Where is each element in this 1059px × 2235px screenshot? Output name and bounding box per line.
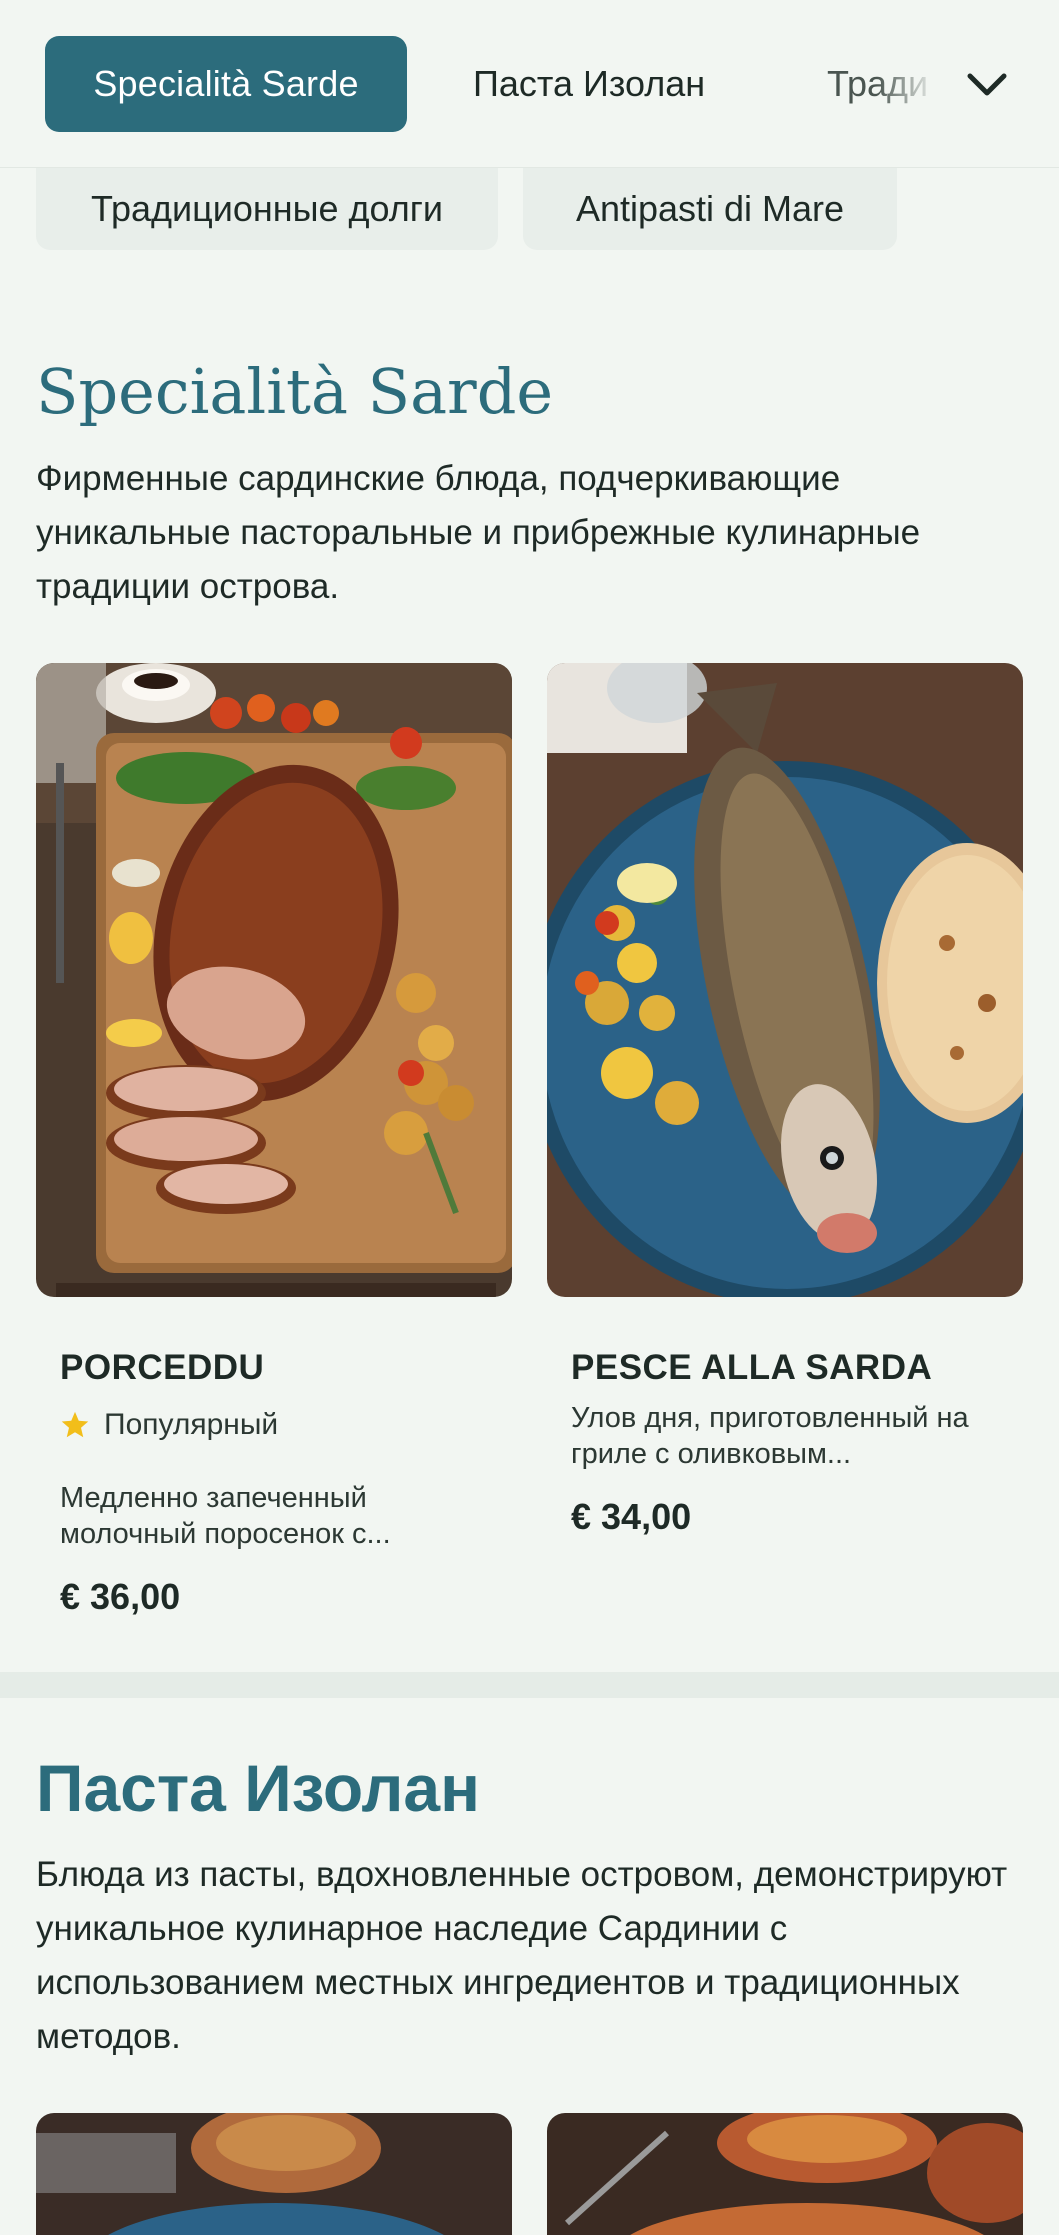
chevron-down-icon[interactable] — [962, 60, 1012, 110]
dish-description: Улов дня, приготовленный на гриле с олив… — [571, 1402, 969, 1470]
popular-badge: Популярный — [60, 1408, 278, 1442]
dish-name[interactable]: PORCEDDU — [60, 1348, 264, 1388]
chip-traditional-dolci[interactable]: Традиционные долги — [36, 168, 498, 250]
section-description: Фирменные сардинские блюда, подчеркивающ… — [36, 459, 921, 606]
dish-description: Медленно запеченный молочный поросенок с… — [60, 1482, 391, 1550]
tab-traditional-partial[interactable]: Тради — [827, 36, 937, 132]
dish-name[interactable]: PESCE ALLA SARDA — [571, 1348, 932, 1388]
star-icon — [61, 1411, 89, 1438]
badge-label: Популярный — [104, 1408, 279, 1441]
category-tab-bar: Specialità Sarde Паста Изолан Тради — [0, 0, 1059, 168]
section-divider — [0, 1672, 1059, 1698]
tab-specialita-sarde[interactable]: Specialità Sarde — [45, 36, 407, 132]
section-title: Specialità Sarde — [36, 355, 554, 428]
section-title: Паста Изолан — [36, 1751, 480, 1825]
section-description: Блюда из пасты, вдохновленные островом, … — [36, 1855, 1008, 2056]
dish-price: € 34,00 — [571, 1496, 692, 1537]
dish-image-porceddu[interactable] — [36, 663, 512, 1297]
dish-image-pesce-alla-sarda[interactable] — [547, 663, 1023, 1297]
chip-antipasti-di-mare[interactable]: Antipasti di Mare — [523, 168, 897, 250]
dish-image[interactable] — [36, 2113, 512, 2235]
dish-price: € 36,00 — [60, 1576, 181, 1617]
tab-pasta-izolan[interactable]: Паста Изолан — [473, 36, 705, 132]
dish-image[interactable] — [547, 2113, 1023, 2235]
